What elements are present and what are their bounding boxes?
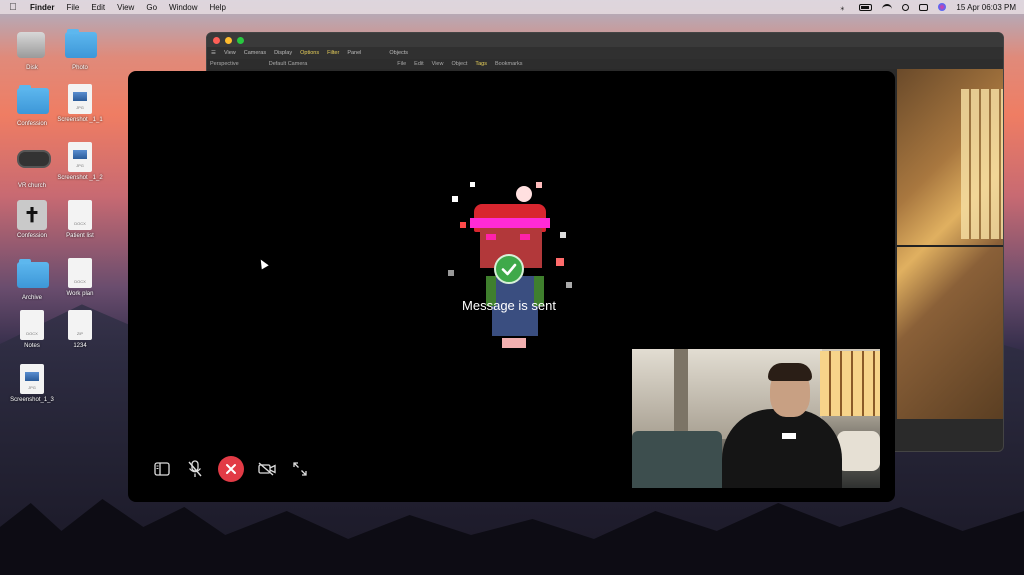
- sidebar-icon: [154, 462, 170, 476]
- room-window: [820, 351, 880, 416]
- sidebar-toggle-button[interactable]: [152, 459, 172, 479]
- cross-icon: ✝: [17, 200, 47, 230]
- desktop-item-photo[interactable]: Photo: [52, 28, 108, 71]
- menu-edit[interactable]: Edit: [91, 3, 105, 12]
- battery-icon[interactable]: [859, 3, 873, 11]
- window-titlebar[interactable]: [207, 33, 1003, 47]
- desktop-item-screenshot-1-2[interactable]: JPG Screenshot _1_2: [52, 142, 108, 181]
- app-name-menu[interactable]: Finder: [30, 3, 54, 12]
- menu-bar:  Finder File Edit View Go Window Help ⁎…: [0, 0, 1024, 14]
- close-icon: [226, 464, 236, 474]
- video-off-button[interactable]: [257, 459, 277, 479]
- objects-menu-bookmarks[interactable]: Bookmarks: [495, 61, 523, 67]
- objects-menu-object[interactable]: Object: [451, 61, 467, 67]
- person-hair: [768, 363, 812, 381]
- viewport-toolbar: ☰ View Cameras Display Options Filter Pa…: [207, 47, 1003, 59]
- docx-file-icon: DOCX: [68, 200, 92, 230]
- objects-menu: File Edit View Object Tags Bookmarks: [397, 61, 522, 67]
- desktop-item-label: Screenshot _1_2: [57, 175, 103, 181]
- room-pillar: [674, 349, 688, 439]
- end-call-button[interactable]: [218, 456, 244, 482]
- menu-file[interactable]: File: [66, 3, 79, 12]
- 3d-viewport-render[interactable]: [897, 69, 1003, 419]
- room-couch: [632, 431, 722, 488]
- spotlight-search-icon[interactable]: [902, 3, 910, 11]
- bluetooth-icon[interactable]: ⁎: [840, 3, 849, 11]
- desktop-item-1234-zip[interactable]: ZIP 1234: [52, 310, 108, 349]
- call-controls: [152, 456, 310, 482]
- viewport-label: Perspective: [210, 61, 239, 67]
- camera-off-icon: [258, 462, 276, 476]
- desktop-item-work-plan[interactable]: DOCX Work plan: [52, 258, 108, 297]
- menu-go[interactable]: Go: [146, 3, 157, 12]
- desktop-item-label: 1234: [73, 343, 87, 349]
- folder-icon: [17, 262, 49, 288]
- objects-tab[interactable]: Objects: [389, 50, 408, 56]
- message-sent-status: Message is sent: [462, 298, 556, 313]
- toolbar-panel[interactable]: Panel: [347, 50, 361, 56]
- expand-icon: [293, 462, 307, 476]
- apple-menu-icon[interactable]: : [8, 2, 18, 13]
- objects-menu-view[interactable]: View: [432, 61, 444, 67]
- zoom-window-button[interactable]: [237, 36, 244, 44]
- clock[interactable]: 15 Apr 06:03 PM: [956, 3, 1016, 12]
- viewport-divider: [897, 245, 1003, 247]
- minimize-window-button[interactable]: [225, 36, 232, 44]
- docx-file-icon: DOCX: [20, 310, 44, 340]
- jpg-file-icon: JPG: [20, 364, 44, 394]
- render-window-light: [961, 89, 1003, 239]
- menu-window[interactable]: Window: [169, 3, 197, 12]
- clerical-collar: [782, 433, 796, 439]
- desktop-item-screenshot-1-1[interactable]: JPG Screenshot _1_1: [52, 84, 108, 123]
- mic-off-icon: [188, 460, 202, 477]
- wifi-icon[interactable]: [882, 3, 893, 11]
- objects-menu-tags[interactable]: Tags: [475, 61, 487, 67]
- desktop-item-label: Patient list: [66, 233, 94, 239]
- docx-file-icon: DOCX: [68, 258, 92, 288]
- vr-headset-icon: [17, 150, 51, 168]
- menu-view[interactable]: View: [117, 3, 134, 12]
- desktop-item-label: Screenshot_1_3: [10, 397, 54, 403]
- camera-label[interactable]: Default Camera: [269, 61, 308, 67]
- menu-help[interactable]: Help: [209, 3, 225, 12]
- check-icon: [494, 254, 524, 284]
- close-window-button[interactable]: [213, 36, 220, 44]
- self-camera-preview[interactable]: [632, 349, 880, 488]
- room-pillow: [837, 431, 880, 471]
- fullscreen-button[interactable]: [290, 459, 310, 479]
- desktop-item-label: Screenshot _1_1: [57, 117, 103, 123]
- status-area: ⁎ 15 Apr 06:03 PM: [840, 3, 1016, 12]
- toolbar-filter[interactable]: Filter: [327, 50, 339, 56]
- viewport-subbar: Perspective Default Camera File Edit Vie…: [207, 59, 1003, 69]
- objects-menu-file[interactable]: File: [397, 61, 406, 67]
- disk-icon: [17, 32, 45, 58]
- zip-file-icon: ZIP: [68, 310, 92, 340]
- jpg-file-icon: JPG: [68, 84, 92, 114]
- toolbar-view[interactable]: View: [224, 50, 236, 56]
- toolbar-options[interactable]: Options: [300, 50, 319, 56]
- hamburger-icon[interactable]: ☰: [211, 50, 216, 56]
- toolbar-display[interactable]: Display: [274, 50, 292, 56]
- folder-icon: [65, 32, 97, 58]
- toolbar-cameras[interactable]: Cameras: [244, 50, 266, 56]
- siri-icon[interactable]: [938, 3, 947, 11]
- desktop-item-label: Photo: [72, 65, 88, 71]
- objects-menu-edit[interactable]: Edit: [414, 61, 423, 67]
- desktop-item-screenshot-1-3[interactable]: JPG Screenshot_1_3: [4, 364, 60, 403]
- desktop-item-label: Work plan: [66, 291, 94, 297]
- jpg-file-icon: JPG: [68, 142, 92, 172]
- mute-mic-button[interactable]: [185, 459, 205, 479]
- desktop-item-label: VR church: [17, 183, 46, 189]
- person-body: [722, 409, 842, 488]
- control-center-icon[interactable]: [919, 3, 929, 11]
- folder-icon: [17, 88, 49, 114]
- desktop-item-patient-list[interactable]: DOCX Patient list: [52, 200, 108, 239]
